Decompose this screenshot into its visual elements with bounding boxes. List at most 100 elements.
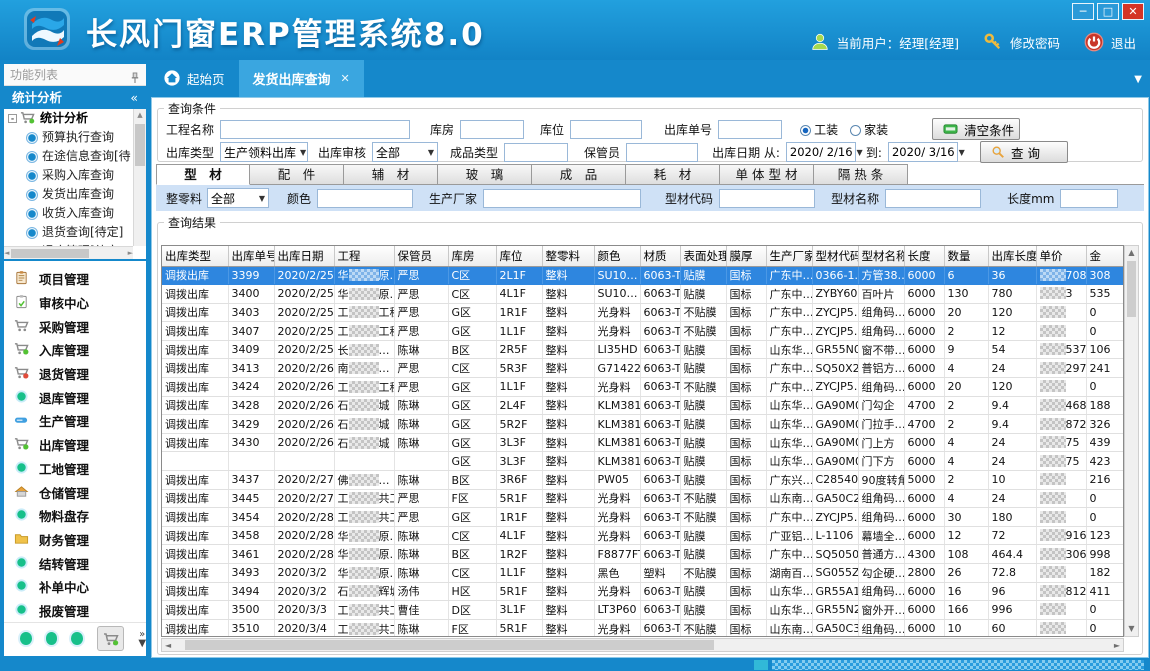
column-header[interactable]: 生产厂家 [766,246,812,266]
table-row[interactable]: 调拨出库34942020/3/2石辉城汤伟H区5R1F整料光身料6063-T5贴… [162,582,1124,601]
sidebar-item-采购管理[interactable]: 采购管理 [4,314,146,338]
footer-more-button[interactable]: »▼ [138,630,146,648]
sidebar-item-退货管理[interactable]: 退货管理 [4,362,146,386]
tab-shipment-query[interactable]: 发货出库查询 ✕ [239,60,364,97]
grid-horizontal-scrollbar[interactable]: ◄ ► [161,638,1124,652]
column-header[interactable]: 金 [1086,246,1124,266]
minimize-button[interactable]: ─ [1072,3,1094,20]
table-row[interactable]: 调拨出库34032020/2/25工工程严思G区1R1F整料光身料6063-T5… [162,303,1124,322]
keeper-input[interactable] [626,143,698,162]
sidebar-item-入库管理[interactable]: 入库管理 [4,338,146,362]
grid-vertical-scrollbar[interactable]: ▲ ▼ [1124,245,1139,637]
column-header[interactable]: 库位 [496,246,542,266]
maker-input[interactable] [483,189,641,208]
length-input[interactable] [1060,189,1118,208]
location-input[interactable] [570,120,642,139]
sidebar-item-财务管理[interactable]: 财务管理 [4,528,146,552]
tree-item[interactable]: 收货入库查询 [4,204,133,223]
tree-vscroll-thumb[interactable] [135,124,145,166]
collapse-icon[interactable]: « [130,86,138,109]
column-header[interactable]: 型材名称 [858,246,904,266]
close-button[interactable]: ✕ [1122,3,1144,20]
tree-item[interactable]: 发货出库查询 [4,185,133,204]
sidebar-item-仓储管理[interactable]: 仓储管理 [4,480,146,504]
logout-link[interactable]: 退出 [1111,33,1136,52]
sidebar-item-出库管理[interactable]: 出库管理 [4,433,146,457]
table-row[interactable]: 调拨出库34002020/2/25华原…严思C区4L1F整料SU10…6063-… [162,285,1124,304]
column-header[interactable]: 颜色 [594,246,640,266]
table-row[interactable]: 调拨出库34132020/2/26南…严思C区5R3F整料G714226063-… [162,359,1124,378]
table-row[interactable]: 调拨出库34452020/2/27工共工程严思F区5R1F整料光身料6063-T… [162,489,1124,508]
table-row[interactable]: 调拨出库34542020/2/28工共工程严思G区1R1F整料光身料6063-T… [162,508,1124,527]
column-header[interactable]: 数量 [944,246,988,266]
material-tab-3[interactable]: 辅 材 [344,164,438,185]
tree-item[interactable]: 退货查询[待定] [4,223,133,242]
expander-icon[interactable]: - [8,114,17,123]
sidebar-item-项目管理[interactable]: 项目管理 [4,267,146,291]
sidebar-item-退库管理[interactable]: 退库管理 [4,385,146,409]
footer-cart-button[interactable] [97,626,124,651]
tree-hscroll-thumb[interactable] [11,249,88,258]
profile-name-input[interactable] [885,189,981,208]
sidebar-item-补单中心[interactable]: 补单中心 [4,575,146,599]
table-row[interactable]: 调拨出库34302020/2/26石城陈琳G区3L3F整料KLM38176063… [162,433,1124,452]
query-button[interactable]: 查 询 [980,141,1068,163]
sidebar-item-结转管理[interactable]: 结转管理 [4,551,146,575]
sidebar-item-工地管理[interactable]: 工地管理 [4,457,146,481]
column-header[interactable]: 工程 [334,246,394,266]
tree-item[interactable]: 在途信息查询[待 [4,147,133,166]
column-header[interactable]: 单价 [1036,246,1086,266]
table-row[interactable]: 调拨出库34072020/2/25工工程严思G区1L1F整料光身料6063-T5… [162,322,1124,341]
material-tab-5[interactable]: 成 品 [532,164,626,185]
scroll-up-icon[interactable]: ▲ [134,109,146,122]
column-header[interactable]: 膜厚 [726,246,766,266]
table-row[interactable]: G区3L3F整料KLM38176063-T5贴膜国标山东华…GA90M09…门下… [162,452,1124,471]
tree-horizontal-scrollbar[interactable]: ◄ ► [4,246,133,259]
tree-item[interactable]: 预算执行查询 [4,128,133,147]
scroll-right-icon[interactable]: ► [1114,639,1120,652]
whole-part-select[interactable]: 全部▼ [207,188,269,208]
table-row[interactable]: 调拨出库35002020/3/3工共工程曹佳D区3L1F整料LT3P606063… [162,601,1124,620]
scroll-right-icon[interactable]: ► [128,247,133,260]
scroll-left-icon[interactable]: ◄ [165,639,171,652]
profile-code-input[interactable] [719,189,815,208]
column-header[interactable]: 表面处理 [680,246,726,266]
table-row[interactable]: 调拨出库34372020/2/27佛…陈琳B区3R6F整料PW056063-T5… [162,471,1124,490]
section-header[interactable]: 统计分析 « [4,86,146,109]
maximize-button[interactable]: □ [1097,3,1119,20]
table-row[interactable]: 调拨出库35102020/3/4工共工程陈琳F区5R1F整料光身料6063-T5… [162,619,1124,637]
column-header[interactable]: 出库长度 [988,246,1036,266]
table-row[interactable]: 调拨出库34282020/2/26石城陈琳G区2L4F整料KLM38176063… [162,396,1124,415]
table-row[interactable]: 调拨出库34932020/3/2华原…陈琳C区1L1F整料黑色塑料不贴膜国标湖南… [162,564,1124,583]
column-header[interactable]: 长度 [904,246,944,266]
material-tab-4[interactable]: 玻 璃 [438,164,532,185]
tree-root[interactable]: - 统计分析 [4,109,133,128]
table-row[interactable]: 调拨出库34292020/2/26石城陈琳G区5R2F整料KLM38176063… [162,415,1124,434]
footer-dot-icon[interactable] [46,632,58,645]
material-tab-1[interactable]: 型 材 [156,164,250,185]
tab-overflow-caret-icon[interactable]: ▼ [1134,74,1142,85]
sidebar-item-审核中心[interactable]: 审核中心 [4,291,146,315]
product-type-input[interactable] [504,143,568,162]
footer-dot-icon[interactable] [20,632,32,645]
column-header[interactable]: 整零料 [542,246,594,266]
table-row[interactable]: 调拨出库34582020/2/28华原…陈琳C区4L1F整料光身料6063-T5… [162,526,1124,545]
column-header[interactable]: 材质 [640,246,680,266]
table-row[interactable]: 调拨出库34242020/2/26工工程严思G区1L1F整料光身料6063-T5… [162,378,1124,397]
material-tab-6[interactable]: 耗 材 [626,164,720,185]
tab-close-icon[interactable]: ✕ [341,72,350,85]
radio-jiazhuang[interactable]: 家装 [850,121,888,138]
sidebar-item-报废管理[interactable]: 报废管理 [4,599,146,623]
material-tab-8[interactable]: 隔 热 条 [814,164,908,185]
warehouse-input[interactable] [460,120,524,139]
column-header[interactable]: 出库单号 [228,246,274,266]
table-row[interactable]: 调拨出库33992020/2/25华原…严思C区2L1F整料SU10…6063-… [162,266,1124,285]
project-name-input[interactable] [220,120,410,139]
column-header[interactable]: 库房 [448,246,496,266]
column-header[interactable]: 型材代码 [812,246,858,266]
column-header[interactable]: 保管员 [394,246,448,266]
column-header[interactable]: 出库类型 [162,246,228,266]
column-header[interactable]: 出库日期 [274,246,334,266]
material-tab-2[interactable]: 配 件 [250,164,344,185]
audit-select[interactable]: 全部▼ [372,142,438,162]
